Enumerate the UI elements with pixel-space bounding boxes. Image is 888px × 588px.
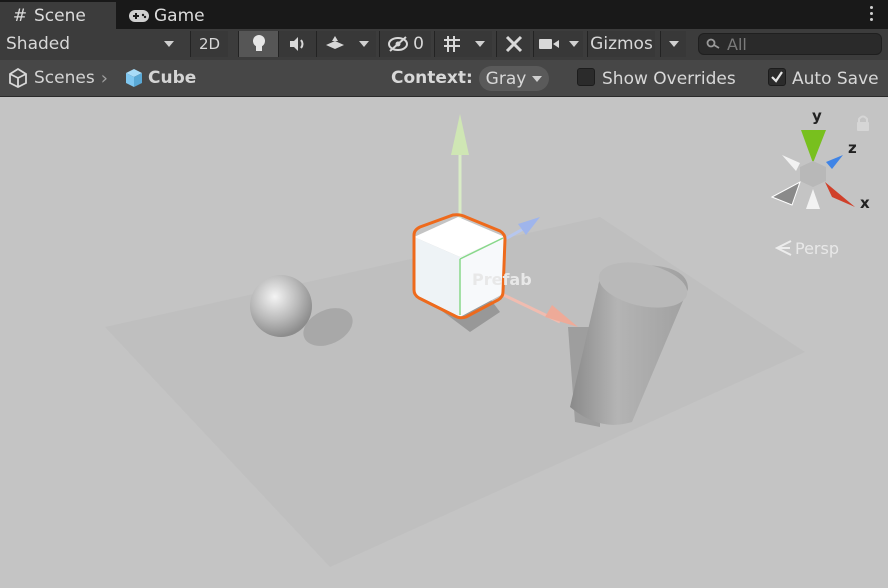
- gizmo-x-neg-cone[interactable]: [770, 180, 801, 206]
- chevron-down-icon: [668, 41, 679, 47]
- gizmo-y-cone[interactable]: [801, 130, 826, 163]
- audio-toggle[interactable]: [278, 31, 316, 57]
- gizmos-button[interactable]: Gizmos: [587, 31, 655, 57]
- gamepad-icon: [129, 9, 149, 22]
- gizmo-y-label: y: [812, 107, 822, 125]
- tab-scene-label: Scene: [34, 5, 86, 26]
- context-label: Context:: [391, 68, 473, 88]
- gizmo-z-neg-cone[interactable]: [782, 155, 800, 171]
- camera-icon: [539, 39, 560, 49]
- gizmo-center-cube[interactable]: [800, 161, 826, 187]
- search-field[interactable]: All: [698, 33, 882, 55]
- gizmo-x-cone[interactable]: [825, 182, 855, 207]
- search-placeholder: All: [727, 34, 747, 54]
- prefab-label: Prefab: [472, 270, 532, 289]
- breadcrumb-scenes[interactable]: Scenes ›: [8, 60, 108, 96]
- eye-hidden-icon: [388, 36, 409, 52]
- tools-toggle[interactable]: [496, 31, 530, 57]
- grid-icon: #: [12, 5, 28, 26]
- lock-icon[interactable]: [857, 115, 869, 132]
- breadcrumb-cube-label: Cube: [148, 68, 197, 88]
- scene-visibility-toggle[interactable]: 0: [379, 31, 431, 57]
- gizmo-x-label: x: [860, 194, 870, 212]
- gizmo-z-cone[interactable]: [826, 155, 843, 169]
- grid-axis-icon: [443, 36, 460, 52]
- chevron-down-icon: [568, 41, 579, 47]
- y-axis-arrow[interactable]: [451, 114, 469, 155]
- sphere-object: [250, 275, 312, 337]
- lightbulb-icon: [252, 35, 265, 51]
- camera-dropdown[interactable]: [533, 31, 583, 57]
- gizmo-y-neg-cone[interactable]: [806, 189, 820, 209]
- gizmos-label: Gizmos: [590, 34, 653, 54]
- auto-save-checkbox[interactable]: [768, 68, 786, 86]
- chevron-right-icon: ›: [100, 67, 108, 89]
- grid-snap-dropdown[interactable]: [434, 31, 492, 57]
- tab-game[interactable]: Game: [128, 2, 205, 29]
- chevron-down-icon: [359, 41, 370, 47]
- lighting-toggle[interactable]: [238, 31, 278, 57]
- context-dropdown[interactable]: Gray: [479, 66, 549, 91]
- scene-render: [105, 114, 869, 567]
- scene-viewport[interactable]: y z x Persp Prefab: [0, 97, 888, 584]
- projection-label[interactable]: Persp: [795, 239, 839, 258]
- more-options-icon[interactable]: [870, 6, 874, 22]
- draw-mode-dropdown[interactable]: Shaded: [0, 31, 184, 57]
- checkmark-icon: [771, 71, 783, 83]
- auto-save-label: Auto Save: [792, 69, 879, 89]
- show-overrides-label: Show Overrides: [602, 69, 736, 89]
- prefab-cube-icon: [126, 69, 142, 87]
- window-tab-bar: # Scene Game: [0, 0, 888, 29]
- context-value: Gray: [485, 68, 527, 89]
- breadcrumb-cube[interactable]: Cube: [124, 60, 196, 96]
- breadcrumb-scenes-label: Scenes: [34, 68, 95, 88]
- show-overrides-checkbox[interactable]: [577, 68, 595, 86]
- gizmos-dropdown[interactable]: [660, 31, 686, 57]
- gizmo-z-label: z: [848, 139, 857, 157]
- speaker-icon: [289, 37, 303, 51]
- unity-icon: [9, 68, 27, 88]
- persp-icon: [774, 240, 792, 256]
- effects-dropdown[interactable]: [316, 31, 376, 57]
- toggle-2d-button[interactable]: 2D: [190, 31, 228, 57]
- chevron-down-icon: [164, 41, 174, 47]
- tab-scene[interactable]: # Scene: [0, 2, 116, 29]
- chevron-down-icon: [532, 75, 543, 82]
- tools-icon: [505, 35, 522, 53]
- hidden-count: 0: [413, 34, 424, 54]
- layers-icon: [325, 36, 344, 49]
- toggle-2d-label: 2D: [198, 35, 221, 53]
- orientation-gizmo[interactable]: [770, 130, 855, 209]
- search-icon: [706, 38, 720, 49]
- chevron-down-icon: [475, 41, 486, 47]
- draw-mode-label: Shaded: [6, 34, 71, 54]
- tab-game-label: Game: [154, 5, 205, 26]
